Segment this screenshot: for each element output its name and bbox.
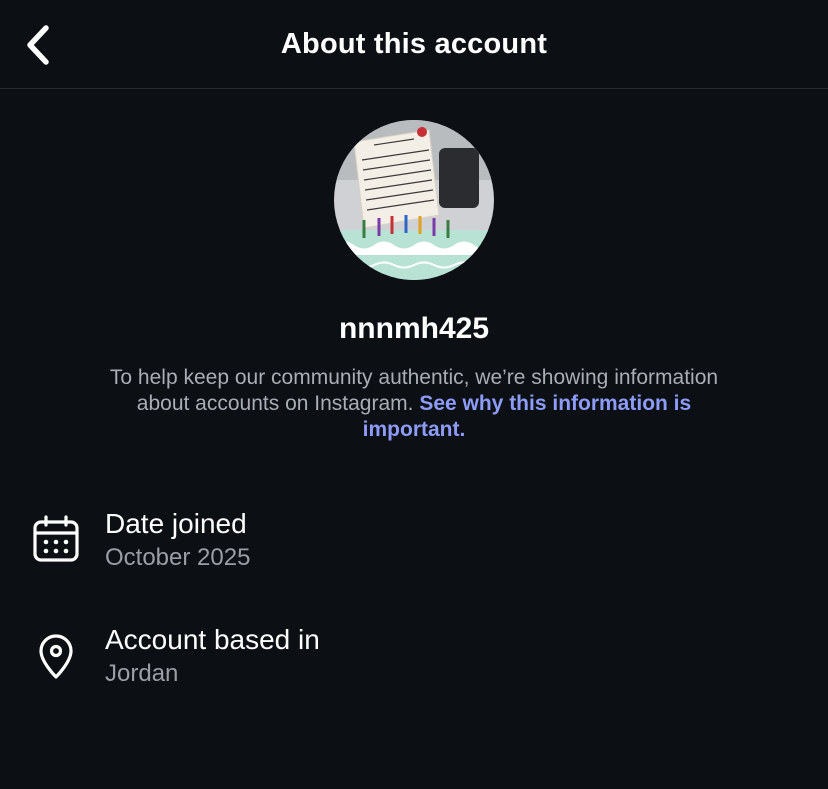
location-pin-icon xyxy=(32,632,80,680)
header-bar: About this account xyxy=(0,0,828,89)
calendar-icon xyxy=(32,515,80,563)
account-based-in-value: Jordan xyxy=(105,660,179,687)
date-joined-value: October 2025 xyxy=(105,544,251,571)
info-paragraph: To help keep our community authentic, we… xyxy=(90,365,738,443)
page-title: About this account xyxy=(280,28,548,60)
about-account-screen: About this account nnnmh425 To help keep… xyxy=(0,0,828,789)
username: nnnmh425 xyxy=(338,312,490,345)
date-joined-label: Date joined xyxy=(105,508,247,539)
account-based-in-label: Account based in xyxy=(105,624,320,655)
avatar xyxy=(334,120,494,280)
